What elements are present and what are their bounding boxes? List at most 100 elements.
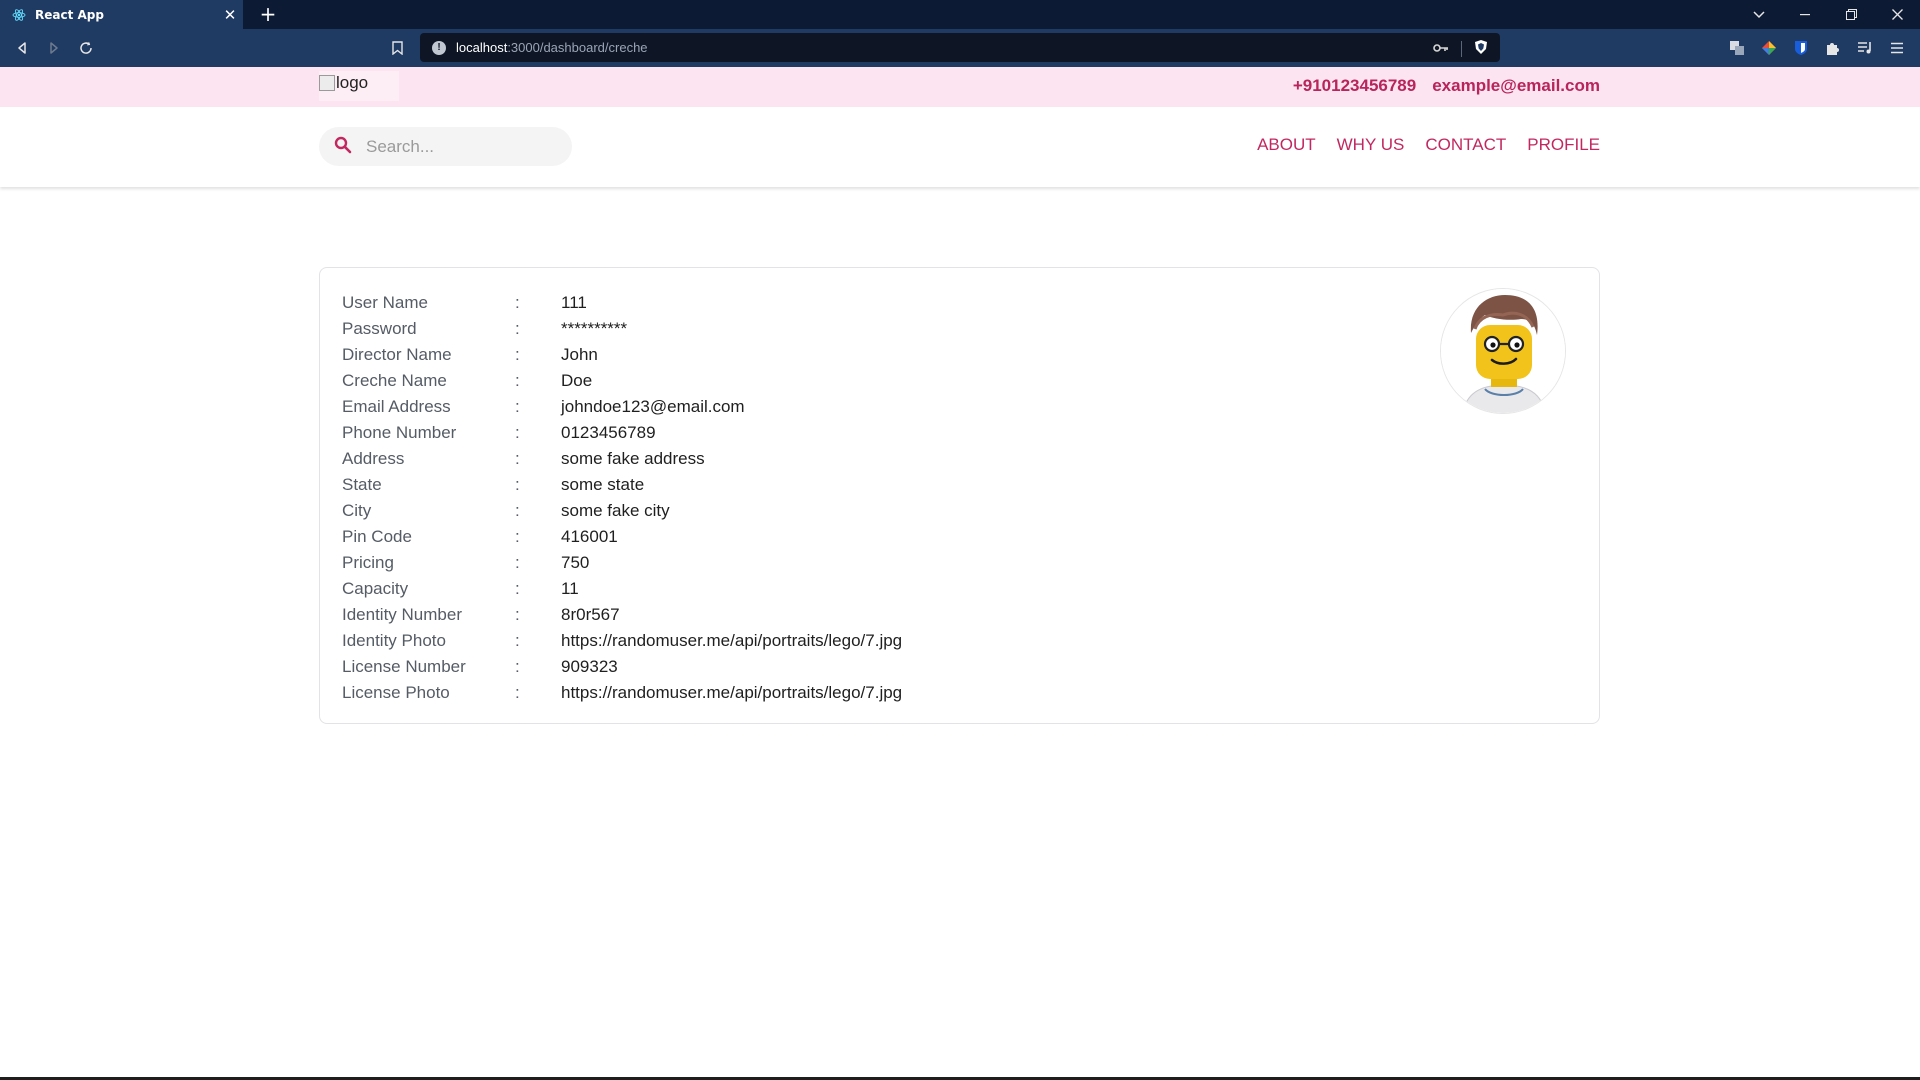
field-value: some fake city <box>561 501 670 520</box>
restore-icon[interactable] <box>1828 0 1874 29</box>
field-separator: : <box>515 423 520 442</box>
bookmark-icon[interactable] <box>385 36 409 60</box>
field-value: Doe <box>561 371 593 390</box>
url-divider <box>1461 40 1462 57</box>
react-favicon-icon <box>12 8 26 22</box>
profile-field-row: User Name: 111 <box>342 290 902 316</box>
tab-close-icon[interactable]: ✕ <box>217 6 243 24</box>
lego-avatar-image <box>1441 289 1565 413</box>
browser-tab[interactable]: React App ✕ <box>0 0 243 29</box>
field-value: https://randomuser.me/api/portraits/lego… <box>561 631 903 650</box>
brave-shield-icon[interactable] <box>1474 39 1488 58</box>
profile-field-row: Creche Name: Doe <box>342 368 902 394</box>
search-box[interactable] <box>319 127 572 166</box>
field-label: License Number <box>342 657 466 676</box>
profile-avatar <box>1440 288 1566 414</box>
profile-field-row: Pricing: 750 <box>342 550 902 576</box>
field-separator: : <box>515 631 520 650</box>
profile-field-row: City: some fake city <box>342 498 902 524</box>
field-value: 0123456789 <box>561 423 656 442</box>
field-label: User Name <box>342 293 428 312</box>
field-label: City <box>342 501 372 520</box>
color-picker-extension-icon[interactable] <box>1759 38 1779 58</box>
field-label: Email Address <box>342 397 451 416</box>
profile-field-row: Email Address: johndoe123@email.com <box>342 394 902 420</box>
search-input[interactable] <box>366 136 546 157</box>
field-label: Password <box>342 319 417 338</box>
main-navbar: ABOUT WHY US CONTACT PROFILE <box>0 107 1920 187</box>
field-label: Address <box>342 449 405 468</box>
profile-field-row: State: some state <box>342 472 902 498</box>
profile-field-row: Director Name: John <box>342 342 902 368</box>
field-separator: : <box>515 657 520 676</box>
field-label: Creche Name <box>342 371 447 390</box>
field-value: some state <box>561 475 645 494</box>
profile-field-row: Identity Number: 8r0r567 <box>342 602 902 628</box>
nav-item-profile[interactable]: PROFILE <box>1527 135 1600 155</box>
back-icon[interactable] <box>10 36 34 60</box>
profile-field-row: License Number: 909323 <box>342 654 902 680</box>
tab-title: React App <box>35 7 104 22</box>
site-info-icon[interactable]: ! <box>432 40 446 55</box>
field-separator: : <box>515 345 520 364</box>
nav-item-contact[interactable]: CONTACT <box>1425 135 1506 155</box>
playlist-icon[interactable] <box>1855 38 1875 58</box>
forward-icon[interactable] <box>42 36 66 60</box>
profile-field-row: License Photo: https://randomuser.me/api/… <box>342 680 902 706</box>
browser-toolbar: ! localhost:3000/dashboard/creche <box>0 29 1920 67</box>
field-label: Pricing <box>342 553 394 572</box>
field-value: 416001 <box>561 527 618 546</box>
minimize-icon[interactable] <box>1782 0 1828 29</box>
field-label: Pin Code <box>342 527 412 546</box>
profile-field-row: Capacity: 11 <box>342 576 902 602</box>
field-separator: : <box>515 553 520 572</box>
address-bar[interactable]: ! localhost:3000/dashboard/creche <box>420 33 1500 62</box>
profile-field-row: Address: some fake address <box>342 446 902 472</box>
profile-fields: User Name: 111 Password: ********** Director… <box>342 290 902 706</box>
broken-image-icon <box>319 75 335 91</box>
search-icon[interactable] <box>334 136 352 158</box>
key-icon[interactable] <box>1433 41 1449 56</box>
field-separator: : <box>515 683 520 702</box>
profile-field-row: Pin Code: 416001 <box>342 524 902 550</box>
field-value: 111 <box>561 293 587 312</box>
field-separator: : <box>515 579 520 598</box>
creche-profile-card: User Name: 111 Password: ********** Director… <box>319 267 1600 724</box>
profile-field-row: Password: ********** <box>342 316 902 342</box>
header-phone[interactable]: +910123456789 <box>1293 76 1416 96</box>
field-separator: : <box>515 501 520 520</box>
header-email[interactable]: example@email.com <box>1432 76 1600 96</box>
field-value: John <box>561 345 598 364</box>
field-label: License Photo <box>342 683 450 702</box>
new-tab-button[interactable]: + <box>257 3 279 25</box>
nav-item-why-us[interactable]: WHY US <box>1337 135 1405 155</box>
field-separator: : <box>515 527 520 546</box>
field-value: https://randomuser.me/api/portraits/lego… <box>561 683 903 702</box>
field-value: 909323 <box>561 657 618 676</box>
field-separator: : <box>515 449 520 468</box>
reload-icon[interactable] <box>74 36 98 60</box>
browser-menu-icon[interactable] <box>1887 38 1907 58</box>
contact-info: +910123456789 example@email.com <box>1293 76 1600 96</box>
field-separator: : <box>515 371 520 390</box>
close-window-icon[interactable] <box>1874 0 1920 29</box>
logo-alt-text: logo <box>336 73 369 92</box>
field-value: ********** <box>561 319 628 338</box>
field-separator: : <box>515 475 520 494</box>
field-value: some fake address <box>561 449 705 468</box>
nav-item-about[interactable]: ABOUT <box>1257 135 1316 155</box>
field-label: Phone Number <box>342 423 457 442</box>
field-label: Identity Number <box>342 605 462 624</box>
extensions-puzzle-icon[interactable] <box>1823 38 1843 58</box>
bitwarden-extension-icon[interactable] <box>1791 38 1811 58</box>
site-logo[interactable]: logo <box>319 71 399 101</box>
field-value: 750 <box>561 553 590 572</box>
browser-tab-bar: React App ✕ + <box>0 0 1920 29</box>
field-value: 11 <box>561 579 579 598</box>
contact-topbar: logo +910123456789 example@email.com <box>0 67 1920 107</box>
profile-field-row: Phone Number: 0123456789 <box>342 420 902 446</box>
tab-search-icon[interactable] <box>1736 0 1782 29</box>
url-path: :3000/dashboard/creche <box>507 40 648 55</box>
translate-extension-icon[interactable] <box>1727 38 1747 58</box>
nav-menu: ABOUT WHY US CONTACT PROFILE <box>1257 135 1600 155</box>
